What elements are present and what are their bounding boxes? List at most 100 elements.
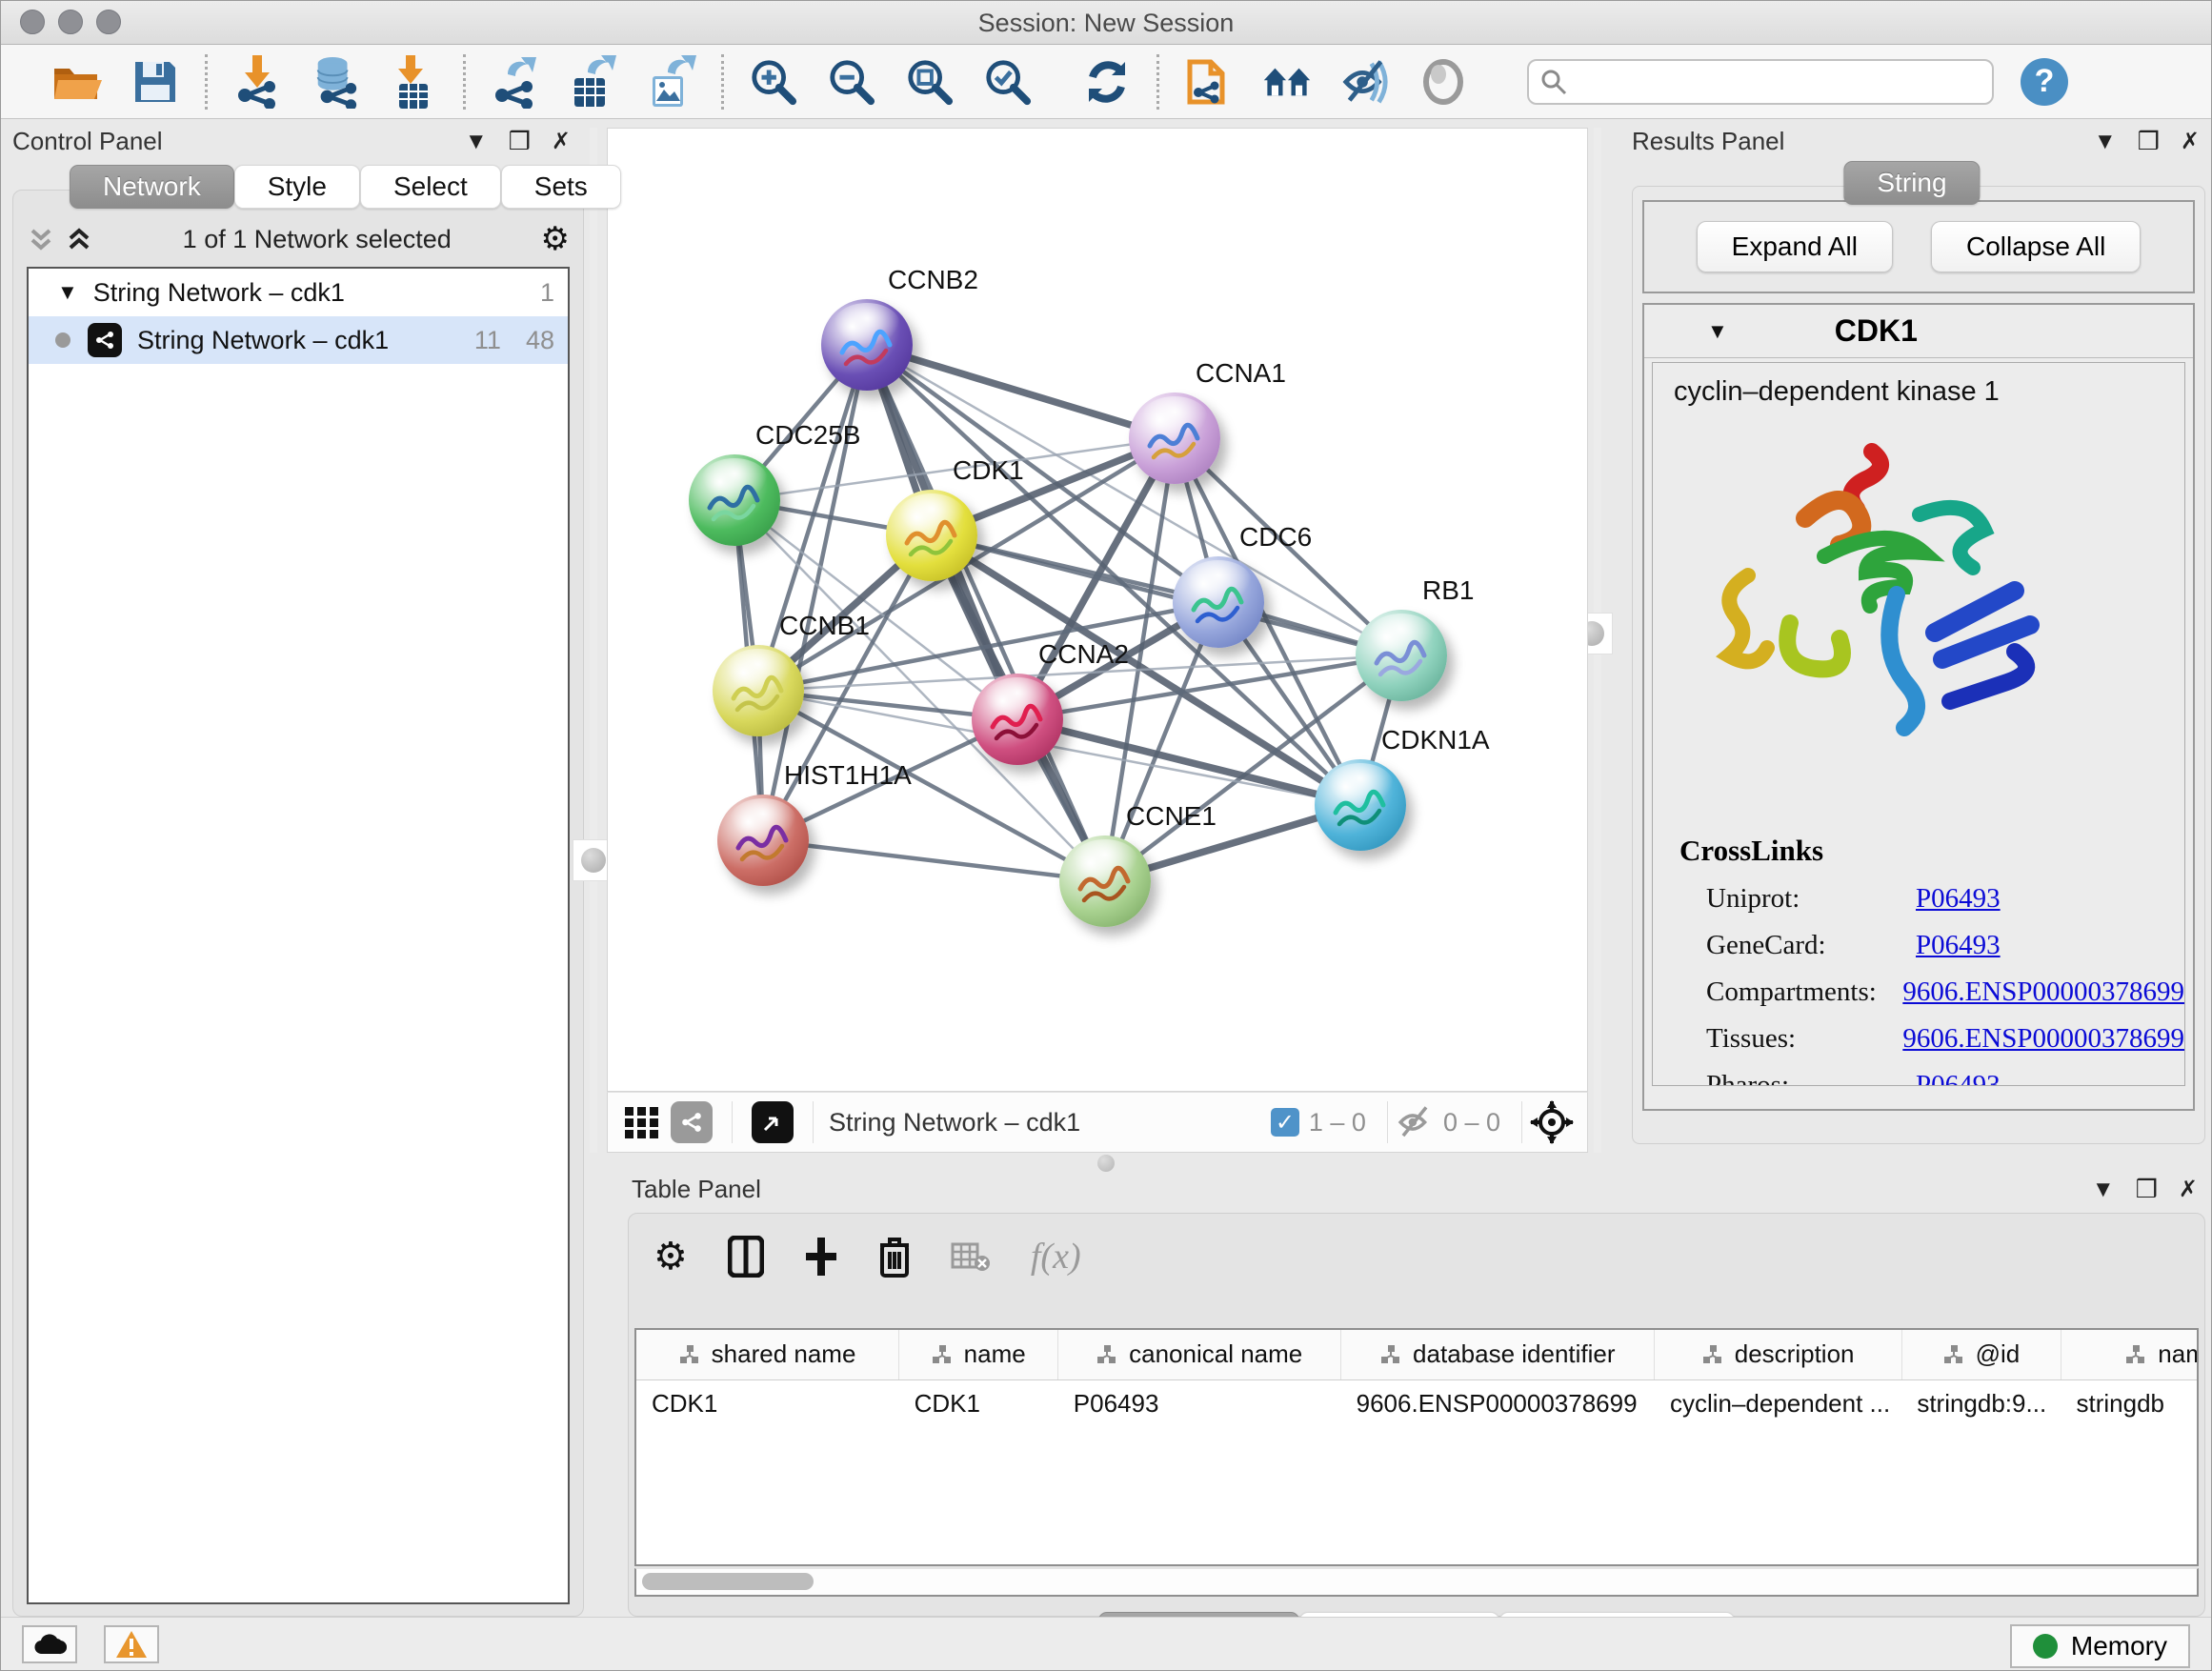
disclosure-triangle-icon[interactable]: ▼ (1707, 319, 1728, 344)
detach-view-button[interactable] (748, 1097, 797, 1147)
search-input[interactable] (1577, 68, 1981, 95)
crosslink-link[interactable]: 9606.ENSP00000378699 (1902, 1023, 2184, 1055)
horizontal-splitter[interactable] (607, 1153, 1588, 1172)
zoom-out-icon (827, 56, 876, 108)
import-network-database-button[interactable] (311, 57, 360, 107)
close-panel-icon[interactable]: ✗ (2181, 128, 2200, 155)
network-node-cdk1[interactable] (886, 490, 977, 581)
search-box[interactable] (1527, 59, 1994, 105)
table-cell[interactable]: 9606.ENSP00000378699 (1341, 1379, 1655, 1427)
network-collection-row[interactable]: ▼ String Network – cdk1 1 (29, 269, 568, 316)
table-cell[interactable]: CDK1 (899, 1379, 1058, 1427)
table-cell[interactable]: CDK1 (636, 1379, 899, 1427)
network-node-rb1[interactable] (1356, 610, 1447, 701)
import-network-file-button[interactable] (232, 57, 282, 107)
node-table[interactable]: shared namenamecanonical namedatabase id… (634, 1328, 2199, 1566)
zoom-fit-button[interactable] (905, 57, 955, 107)
scrollbar-thumb[interactable] (642, 1573, 814, 1590)
warnings-button[interactable] (104, 1625, 159, 1663)
network-node-cdc25b[interactable] (689, 454, 780, 546)
float-panel-icon[interactable]: ▼ (465, 129, 488, 155)
expand-all-button[interactable]: Expand All (1697, 221, 1893, 272)
status-separator (1521, 1101, 1522, 1143)
tab-network[interactable]: Network (70, 165, 234, 209)
crosslink-link[interactable]: 9606.ENSP00000378699 (1902, 976, 2184, 1008)
network-edge[interactable] (867, 345, 1175, 438)
selected-checkbox[interactable]: ✓ (1271, 1108, 1299, 1137)
help-button[interactable]: ? (2021, 58, 2068, 106)
table-cell[interactable]: stringdb:9... (1901, 1379, 2061, 1427)
network-canvas[interactable]: CCNB2 CCNA1 CDC25B CDK1 CDC6 RB1 CCNB1 C… (607, 128, 1588, 1092)
network-options-gear-icon[interactable]: ⚙ (541, 220, 570, 258)
export-table-button[interactable] (569, 57, 618, 107)
column-header--id[interactable]: @id (1901, 1330, 2061, 1379)
zoom-selected-button[interactable] (983, 57, 1033, 107)
column-header-database-identifier[interactable]: database identifier (1341, 1330, 1655, 1379)
network-edge[interactable] (867, 345, 1105, 881)
close-panel-icon[interactable]: ✗ (2179, 1176, 2198, 1203)
collapse-all-networks-icon[interactable] (27, 225, 93, 253)
select-columns-icon[interactable] (728, 1236, 764, 1278)
string-document-icon (1186, 54, 1232, 110)
birds-eye-view-button[interactable] (1418, 57, 1468, 107)
maximize-panel-icon[interactable]: ❒ (509, 127, 531, 156)
string-protein-query-button[interactable] (1184, 57, 1234, 107)
network-node-hist1h1a[interactable] (717, 795, 809, 886)
tab-select[interactable]: Select (360, 165, 501, 209)
node-table-row[interactable]: CDK1CDK1P064939606.ENSP00000378699cyclin… (636, 1379, 2199, 1427)
float-panel-icon[interactable]: ▼ (2094, 129, 2117, 155)
column-header-canonical-name[interactable]: canonical name (1058, 1330, 1341, 1379)
refresh-layout-button[interactable] (1082, 57, 1132, 107)
horizontal-splitter-handle[interactable] (1097, 1155, 1115, 1172)
memory-button[interactable]: Memory (2010, 1624, 2190, 1668)
disclosure-triangle-icon[interactable]: ▼ (57, 280, 78, 305)
network-node-ccna1[interactable] (1129, 393, 1220, 484)
crosslink-link[interactable]: P06493 (1916, 1070, 2001, 1086)
table-cell[interactable]: stringdb (2061, 1379, 2199, 1427)
tab-string[interactable]: String (1843, 161, 1980, 205)
network-edge[interactable] (932, 535, 1401, 655)
save-session-button[interactable] (131, 57, 180, 107)
gene-section-header[interactable]: ▼ CDK1 (1644, 305, 2193, 358)
network-node-ccnb1[interactable] (713, 645, 804, 736)
network-node-cdc6[interactable] (1173, 556, 1264, 648)
delete-column-icon[interactable] (878, 1236, 911, 1278)
crosslink-link[interactable]: P06493 (1916, 883, 2001, 915)
network-node-cdkn1a[interactable] (1315, 759, 1406, 851)
table-cell[interactable]: P06493 (1058, 1379, 1341, 1427)
table-options-gear-icon[interactable]: ⚙ (654, 1235, 688, 1278)
network-edge[interactable] (763, 840, 1105, 881)
float-panel-icon[interactable]: ▼ (2092, 1177, 2115, 1203)
show-graphics-details-button[interactable] (1340, 57, 1390, 107)
column-header-shared-name[interactable]: shared name (636, 1330, 899, 1379)
close-panel-icon[interactable]: ✗ (552, 128, 571, 155)
collapse-all-button[interactable]: Collapse All (1931, 221, 2141, 272)
column-header-description[interactable]: description (1655, 1330, 1901, 1379)
network-view-mode-button[interactable] (667, 1097, 716, 1147)
tab-style[interactable]: Style (234, 165, 360, 209)
table-horizontal-scrollbar[interactable] (634, 1568, 2199, 1597)
import-table-button[interactable] (389, 57, 438, 107)
zoom-in-button[interactable] (749, 57, 798, 107)
export-image-button[interactable] (647, 57, 696, 107)
crosslink-link[interactable]: P06493 (1916, 930, 2001, 961)
network-node-ccnb2[interactable] (821, 299, 913, 391)
open-session-button[interactable] (52, 57, 102, 107)
home-networks-button[interactable] (1262, 57, 1312, 107)
cloud-status-button[interactable] (22, 1625, 77, 1663)
export-network-button[interactable] (491, 57, 540, 107)
table-cell[interactable]: cyclin–dependent ... (1655, 1379, 1901, 1427)
network-row-selected[interactable]: String Network – cdk1 11 48 (29, 316, 568, 364)
zoom-out-button[interactable] (827, 57, 876, 107)
add-column-icon[interactable] (804, 1236, 838, 1278)
crosshair-icon[interactable] (1530, 1100, 1574, 1144)
network-node-ccna2[interactable] (972, 674, 1063, 765)
maximize-panel-icon[interactable]: ❒ (2136, 1175, 2158, 1204)
network-node-ccne1[interactable] (1059, 836, 1151, 927)
tab-sets[interactable]: Sets (501, 165, 621, 209)
column-header-name[interactable]: name (899, 1330, 1058, 1379)
left-splitter[interactable] (590, 128, 597, 1153)
grid-view-button[interactable] (617, 1097, 667, 1147)
column-header-namespace[interactable]: namespace (2061, 1330, 2199, 1379)
maximize-panel-icon[interactable]: ❒ (2138, 127, 2160, 156)
